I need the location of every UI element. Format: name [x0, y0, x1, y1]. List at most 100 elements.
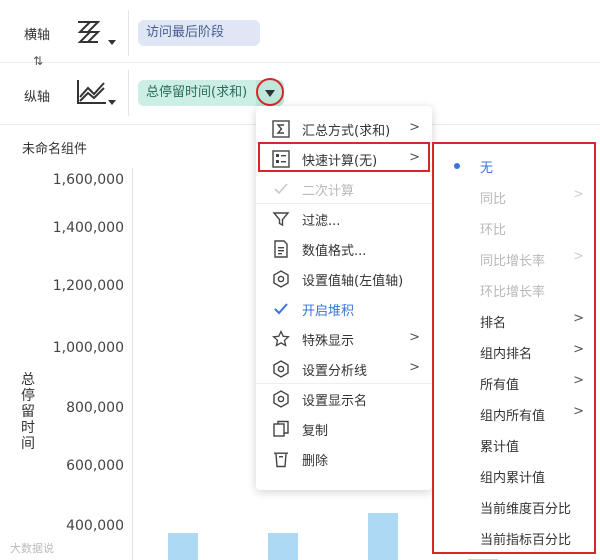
sigma-icon: [272, 120, 290, 138]
submenu-item-cumulative[interactable]: 累计值: [434, 429, 594, 460]
menu-item-number-format[interactable]: 数值格式...: [256, 234, 432, 264]
submenu-item-group-all-values[interactable]: 组内所有值 >: [434, 398, 594, 429]
menu-item-label: 汇总方式(求和): [302, 124, 391, 139]
copy-icon: [273, 420, 289, 437]
check-icon: [274, 303, 288, 315]
submenu-item-mom-growth[interactable]: 环比增长率: [434, 274, 594, 305]
chart-bar: [368, 512, 398, 560]
submenu-item-label: 排名: [480, 316, 507, 331]
watermark: 大数据说: [10, 542, 54, 555]
submenu-item-yoy-growth[interactable]: 同比增长率 >: [434, 243, 594, 274]
check-icon: [274, 183, 288, 195]
menu-item-label: 特殊显示: [302, 334, 355, 349]
hexagon-settings-icon: [273, 360, 289, 378]
bar-chart-icon: [77, 21, 101, 43]
x-axis-field-pill[interactable]: 访问最后阶段: [138, 20, 260, 46]
x-axis-chart-type-button[interactable]: [76, 18, 120, 48]
submenu-item-yoy[interactable]: 同比 >: [434, 181, 594, 212]
submenu-item-label: 所有值: [480, 378, 520, 393]
chevron-down-icon: [108, 100, 116, 105]
y-axis-chart-type-button[interactable]: [76, 78, 120, 108]
chart-title: 未命名组件: [22, 142, 88, 157]
submenu-item-group-rank[interactable]: 组内排名 >: [434, 336, 594, 367]
menu-item-filter[interactable]: 过滤...: [256, 204, 432, 234]
number-format-icon: [274, 240, 288, 258]
y-tick-label: 400,000: [66, 518, 124, 534]
submenu-item-label: 无: [480, 161, 494, 176]
menu-item-label: 删除: [302, 454, 329, 469]
y-axis-label: 纵轴: [24, 90, 51, 105]
y-axis-title: 总停留时间: [21, 372, 35, 452]
menu-item-label: 复制: [302, 424, 329, 439]
menu-item-copy[interactable]: 复制: [256, 414, 432, 444]
x-axis-label: 横轴: [24, 28, 51, 43]
filter-icon: [272, 212, 290, 227]
menu-item-label: 开启堆积: [302, 304, 355, 319]
menu-item-label: 设置分析线: [302, 364, 368, 379]
star-icon: [272, 330, 290, 347]
chevron-right-icon: >: [573, 373, 584, 388]
submenu-item-mom[interactable]: 环比: [434, 212, 594, 243]
menu-item-aggregation[interactable]: 汇总方式(求和) >: [256, 114, 432, 144]
menu-item-delete[interactable]: 删除: [256, 444, 432, 474]
chevron-right-icon: >: [409, 360, 420, 375]
menu-item-stacking[interactable]: 开启堆积: [256, 294, 432, 324]
menu-item-value-axis[interactable]: 设置值轴(左值轴): [256, 264, 432, 294]
swap-icon[interactable]: ⇅: [28, 54, 48, 70]
submenu-item-none[interactable]: 无: [434, 150, 594, 181]
menu-item-special-display[interactable]: 特殊显示 >: [256, 324, 432, 354]
chevron-right-icon: >: [409, 330, 420, 345]
chart-bar: [168, 532, 198, 560]
submenu-item-dimension-percent[interactable]: 当前维度百分比: [434, 491, 594, 522]
y-axis-separator: [128, 70, 129, 116]
submenu-item-label: 同比增长率: [480, 254, 546, 269]
submenu-item-all-values[interactable]: 所有值 >: [434, 367, 594, 398]
menu-item-label: 二次计算: [302, 184, 355, 199]
submenu-item-label: 环比增长率: [480, 285, 546, 300]
menu-item-secondary-calc[interactable]: 二次计算: [256, 174, 432, 204]
y-tick-label: 1,400,000: [52, 220, 124, 236]
menu-item-label: 设置值轴(左值轴): [302, 274, 404, 289]
chevron-right-icon: >: [573, 249, 584, 264]
chevron-right-icon: >: [573, 311, 584, 326]
menu-item-label: 快速计算(无): [302, 154, 378, 169]
hexagon-settings-icon: [273, 270, 289, 288]
chevron-right-icon: >: [573, 404, 584, 419]
menu-item-label: 设置显示名: [302, 394, 368, 409]
selected-dot-icon: [454, 163, 460, 169]
y-tick-label: 600,000: [66, 458, 124, 474]
chevron-right-icon: >: [409, 150, 420, 165]
chart-bar: [268, 532, 298, 560]
submenu-item-label: 组内排名: [480, 347, 533, 362]
y-axis-line: [132, 168, 133, 560]
submenu-item-rank[interactable]: 排名 >: [434, 305, 594, 336]
chevron-right-icon: >: [573, 187, 584, 202]
chevron-right-icon: >: [573, 342, 584, 357]
chevron-right-icon: >: [409, 120, 420, 135]
context-menu: 汇总方式(求和) > 快速计算(无) > 二次计算 过滤... 数值格式...: [256, 106, 432, 490]
grid-list-icon: [272, 150, 290, 168]
menu-item-label: 过滤...: [302, 214, 341, 229]
y-tick-label: 1,200,000: [52, 278, 124, 294]
chevron-down-icon: [108, 40, 116, 45]
menu-item-analysis-line[interactable]: 设置分析线 >: [256, 354, 432, 384]
menu-item-quick-calc[interactable]: 快速计算(无) >: [256, 144, 432, 174]
y-tick-label: 1,600,000: [52, 172, 124, 188]
submenu-item-group-cumulative[interactable]: 组内累计值: [434, 460, 594, 491]
submenu-item-label: 组内累计值: [480, 471, 546, 486]
submenu-item-label: 累计值: [480, 440, 520, 455]
submenu-item-label: 环比: [480, 223, 507, 238]
y-tick-label: 1,000,000: [52, 340, 124, 356]
line-chart-icon: [77, 80, 106, 104]
x-axis-separator: [128, 10, 129, 56]
axis-row-divider: [0, 62, 600, 63]
submenu-item-metric-percent[interactable]: 当前指标百分比: [434, 522, 594, 553]
quick-calc-submenu: 无 同比 > 环比 同比增长率 > 环比增长率 排名 > 组内排名 > 所有值 …: [432, 142, 596, 554]
submenu-item-label: 当前维度百分比: [480, 502, 572, 517]
hexagon-settings-icon: [273, 390, 289, 408]
y-axis-field-dropdown-button[interactable]: [256, 80, 284, 106]
submenu-item-label: 组内所有值: [480, 409, 546, 424]
submenu-item-label: 同比: [480, 192, 507, 207]
submenu-item-label: 当前指标百分比: [480, 533, 572, 548]
menu-item-display-name[interactable]: 设置显示名: [256, 384, 432, 414]
